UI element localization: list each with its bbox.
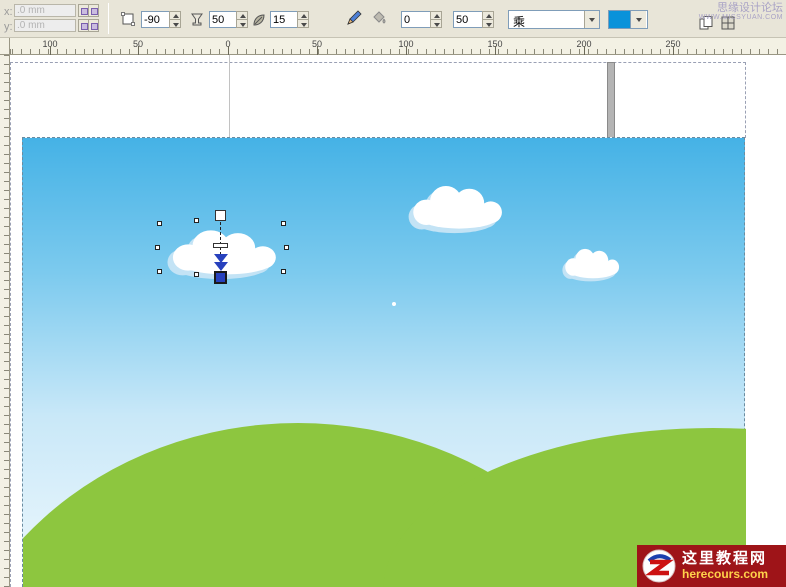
transparency-spinner	[236, 11, 248, 28]
drawing-canvas[interactable]: 这里教程网 herecours.com	[10, 55, 786, 587]
ruler-origin-corner[interactable]	[0, 38, 10, 55]
zero-guideline	[229, 55, 230, 137]
transparency-end-node[interactable]	[214, 271, 227, 284]
feather-input[interactable]	[270, 11, 298, 28]
selection-handle-bottom-left[interactable]	[157, 269, 162, 274]
transparency-arrow-icon	[214, 262, 228, 271]
brush-tool-button[interactable]	[344, 8, 364, 28]
square-outline-icon	[120, 11, 136, 27]
y-coordinate-label: y:	[4, 21, 13, 33]
merge-mode-value: 乘	[509, 11, 584, 28]
ruler-label: 50	[305, 39, 329, 49]
horizontal-ruler-ticks	[10, 49, 786, 54]
merge-mode-arrow-button[interactable]	[584, 11, 599, 28]
watermark-line2: WWW.MISSYUAN.COM	[699, 14, 783, 22]
range-start-spin-down-button[interactable]	[430, 19, 442, 28]
transparency-start-node[interactable]	[215, 210, 226, 221]
tutorial-site-logo: 这里教程网 herecours.com	[637, 545, 786, 587]
logo-text-block: 这里教程网 herecours.com	[682, 550, 768, 581]
vertical-ruler[interactable]	[0, 55, 10, 587]
page-boundary-right	[745, 62, 746, 138]
watermark-line1: 思缘设计论坛	[699, 2, 783, 14]
range-start-input[interactable]	[401, 11, 431, 28]
cloud-large	[409, 186, 502, 233]
transparency-spin-down-button[interactable]	[236, 19, 248, 28]
x-coordinate-input[interactable]	[14, 4, 76, 17]
white-dot	[392, 302, 396, 306]
ruler-label: 200	[572, 39, 596, 49]
goblet-icon	[189, 12, 205, 28]
transparency-angle-input[interactable]	[141, 11, 170, 28]
y-anchor-button-2[interactable]	[88, 19, 99, 32]
property-bar: x: y:	[0, 0, 786, 38]
range-start-spinner	[430, 11, 442, 28]
sky-artwork[interactable]	[22, 137, 745, 587]
fill-color-dropdown[interactable]	[608, 10, 648, 29]
chevron-down-icon	[636, 18, 642, 22]
cloud-small	[562, 249, 619, 282]
selection-handle-bottom-right[interactable]	[281, 269, 286, 274]
merge-mode-dropdown[interactable]: 乘	[508, 10, 600, 29]
feather-spin-down-button[interactable]	[297, 19, 309, 28]
page-boundary-left	[10, 62, 11, 587]
y-position-buttons	[79, 19, 99, 32]
toolbar-separator	[108, 3, 109, 34]
selection-handle-mid-left[interactable]	[155, 245, 160, 250]
ruler-label: 100	[38, 39, 62, 49]
guideline-handle[interactable]	[607, 62, 615, 138]
y-coordinate-input[interactable]	[14, 19, 76, 32]
ruler-label: 50	[126, 39, 150, 49]
logo-emblem-icon	[641, 548, 677, 584]
selection-handle-top-mid[interactable]	[194, 218, 199, 223]
bucket-icon	[370, 9, 388, 27]
vertical-ruler-ticks	[4, 55, 9, 587]
x-position-buttons	[79, 4, 99, 17]
transparency-midpoint-slider[interactable]	[213, 243, 228, 248]
selection-handle-top-left[interactable]	[157, 221, 162, 226]
app-window: x: y:	[0, 0, 786, 587]
x-anchor-button-2[interactable]	[88, 4, 99, 17]
ruler-label: 0	[216, 39, 240, 49]
scene-graphic	[23, 138, 746, 587]
feather-spinner	[297, 11, 309, 28]
x-coordinate-label: x:	[4, 6, 13, 18]
logo-title: 这里教程网	[682, 550, 768, 567]
fill-tool-button[interactable]	[369, 8, 389, 28]
angle-spin-down-button[interactable]	[169, 19, 181, 28]
horizontal-ruler[interactable]: 100 50 0 50 100 150 200 250	[10, 38, 786, 55]
ruler-label: 100	[394, 39, 418, 49]
logo-domain: herecours.com	[682, 568, 768, 582]
ruler-label: 250	[661, 39, 685, 49]
selection-handle-bottom-mid[interactable]	[194, 272, 199, 277]
range-end-spinner	[482, 11, 494, 28]
fill-color-arrow-button[interactable]	[631, 11, 646, 28]
ruler-label: 150	[483, 39, 507, 49]
selection-handle-top-right[interactable]	[281, 221, 286, 226]
edit-transparency-button[interactable]	[118, 9, 138, 29]
site-watermark: 思缘设计论坛 WWW.MISSYUAN.COM	[699, 2, 783, 22]
leaf-icon	[251, 12, 267, 28]
fill-color-swatch	[609, 11, 631, 28]
page-boundary-top	[10, 62, 746, 63]
angle-spinner	[169, 11, 181, 28]
chevron-down-icon	[589, 18, 595, 22]
range-end-spin-down-button[interactable]	[482, 19, 494, 28]
range-end-input[interactable]	[453, 11, 483, 28]
pencil-icon	[345, 9, 363, 27]
starting-transparency-input[interactable]	[209, 11, 237, 28]
selection-handle-mid-right[interactable]	[284, 245, 289, 250]
